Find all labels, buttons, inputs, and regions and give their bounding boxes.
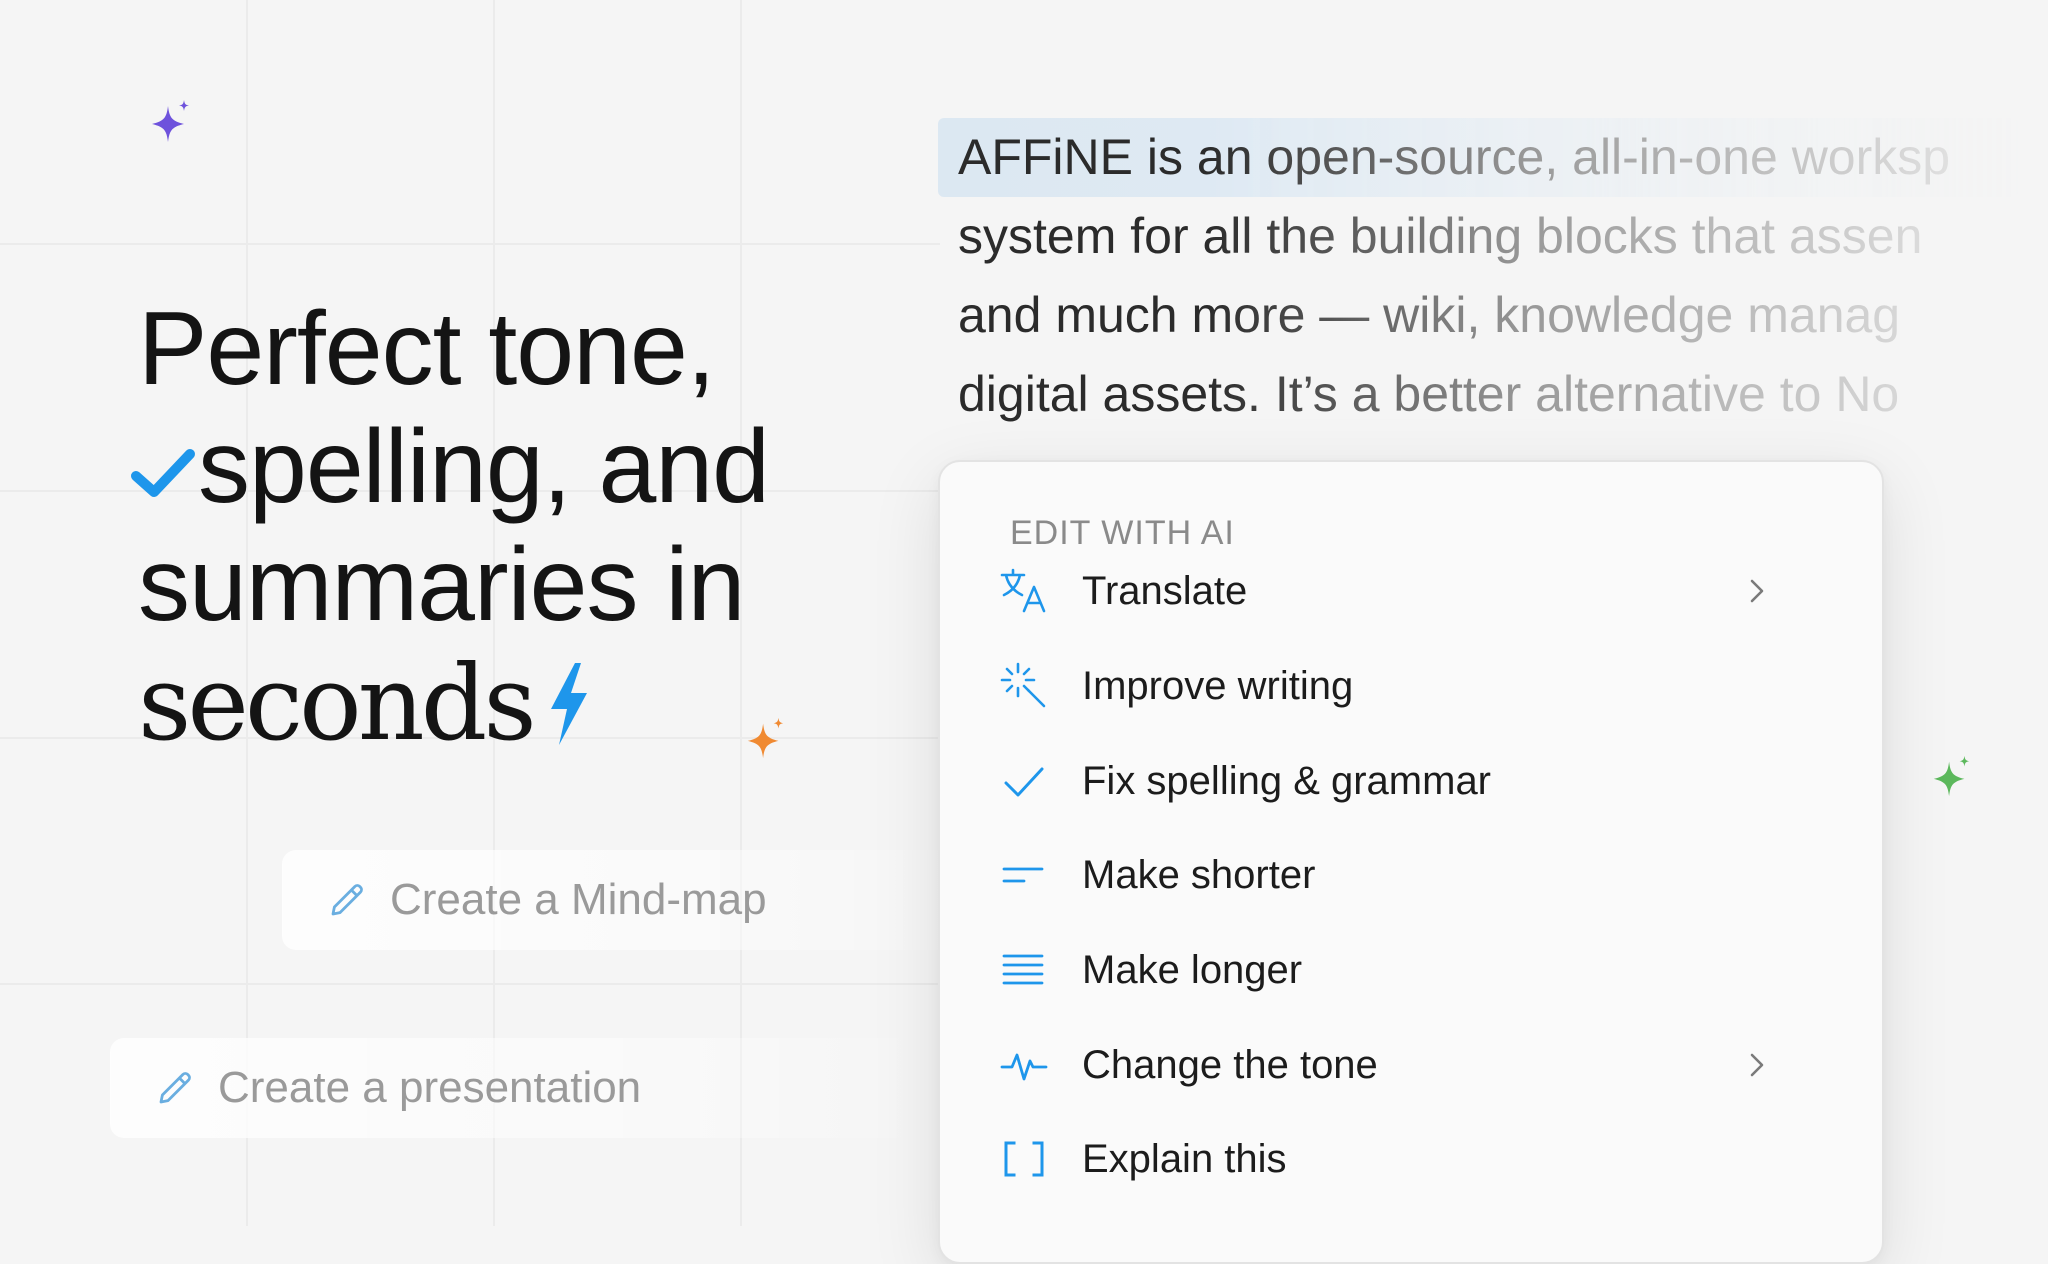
menu-item-label: Improve writing	[1082, 663, 1354, 708]
document-line[interactable]: digital assets. It’s a better alternativ…	[938, 355, 2018, 434]
menu-item-make-longer[interactable]: Make longer	[980, 930, 1842, 1010]
menu-item-translate[interactable]: Translate	[980, 551, 1842, 631]
brackets-icon	[998, 1133, 1050, 1185]
menu-item-fix-spelling-grammar[interactable]: Fix spelling & grammar	[980, 741, 1842, 821]
headline: Perfect tone, spelling, and summaries in…	[131, 290, 770, 763]
menu-item-explain-this[interactable]: Explain this	[980, 1119, 1842, 1199]
headline-line-2-text: spelling, and	[198, 409, 770, 525]
sparkle-green-icon	[1933, 755, 1970, 797]
check-icon	[998, 755, 1050, 807]
headline-line-4-text: seconds	[138, 642, 537, 764]
menu-item-make-shorter[interactable]: Make shorter	[980, 835, 1842, 915]
create-mind-map-label: Create a Mind-map	[390, 875, 767, 924]
check-icon	[131, 448, 195, 497]
menu-item-label: Explain this	[1082, 1136, 1287, 1181]
translate-icon	[998, 565, 1050, 617]
chevron-right-icon	[1750, 1053, 1764, 1077]
headline-line-4: seconds	[138, 644, 769, 763]
menu-item-label: Make longer	[1082, 947, 1303, 992]
headline-line-3: summaries in	[138, 527, 745, 643]
menu-item-label: Fix spelling & grammar	[1082, 758, 1492, 803]
long-lines-icon	[998, 944, 1050, 996]
edit-with-ai-menu: EDIT WITH AI Translate Improve writing F…	[938, 460, 1884, 1264]
create-presentation-label: Create a presentation	[218, 1063, 642, 1112]
sparkle-burst-icon	[998, 660, 1050, 712]
document-text[interactable]: AFFiNE is an open-source, all-in-one wor…	[938, 118, 2018, 434]
headline-line-1: Perfect tone,	[138, 291, 716, 407]
sparkle-purple-icon	[152, 100, 189, 142]
menu-heading: EDIT WITH AI	[1010, 514, 1235, 552]
menu-item-label: Change the tone	[1082, 1042, 1378, 1087]
create-mind-map-button[interactable]: Create a Mind-map	[282, 850, 986, 950]
pencil-icon	[331, 884, 363, 916]
menu-item-label: Translate	[1082, 568, 1248, 613]
pencil-icon	[159, 1072, 191, 1104]
menu-item-label: Make shorter	[1082, 852, 1316, 897]
short-lines-icon	[998, 849, 1050, 901]
menu-item-improve-writing[interactable]: Improve writing	[980, 646, 1842, 726]
document-line[interactable]: system for all the building blocks that …	[938, 197, 2018, 276]
menu-item-change-the-tone[interactable]: Change the tone	[980, 1025, 1842, 1105]
lightning-icon	[550, 662, 587, 745]
grid-line	[0, 983, 940, 985]
headline-line-2: spelling, and	[128, 408, 770, 526]
document-line[interactable]: and much more — wiki, knowledge manag	[938, 276, 2018, 355]
chevron-right-icon	[1750, 579, 1764, 603]
document-line-selected[interactable]: AFFiNE is an open-source, all-in-one wor…	[938, 118, 2018, 197]
grid-line	[0, 243, 940, 245]
pulse-icon	[998, 1039, 1050, 1091]
create-presentation-button[interactable]: Create a presentation	[110, 1038, 934, 1138]
